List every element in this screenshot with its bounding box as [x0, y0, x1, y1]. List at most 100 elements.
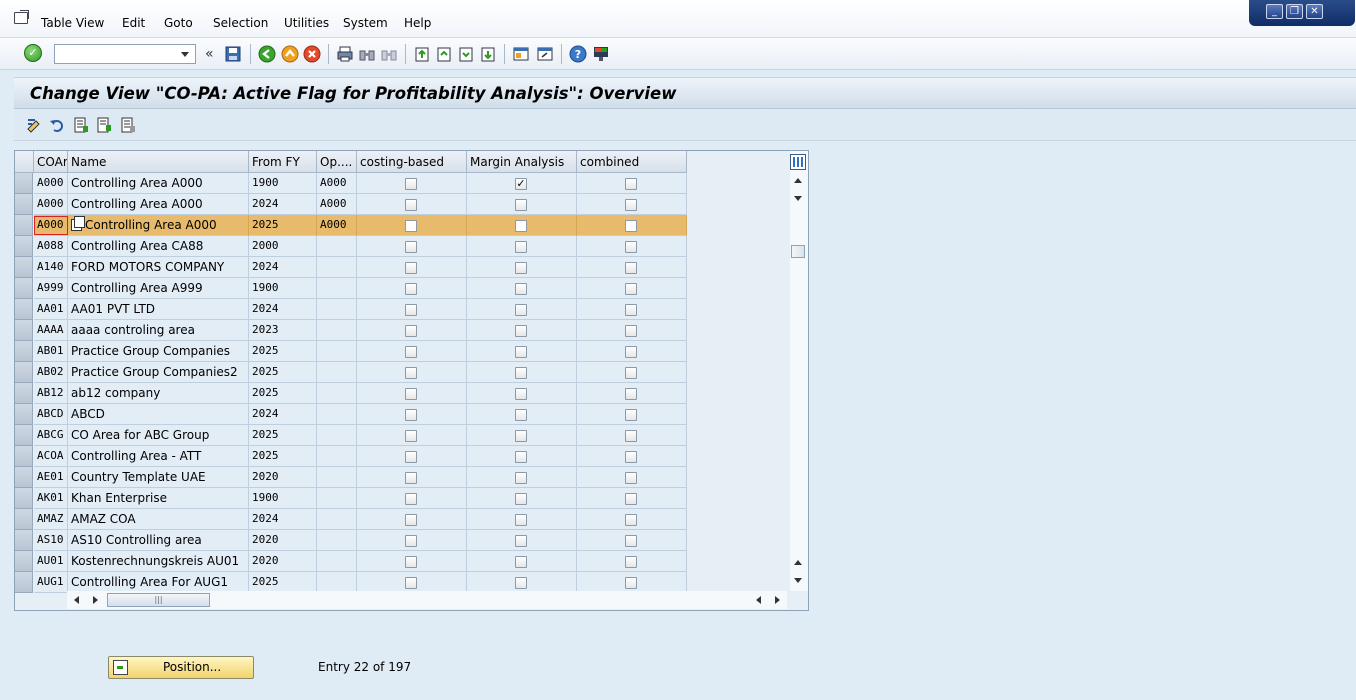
- checkbox-margin-analysis[interactable]: [515, 514, 527, 526]
- checkbox-costing-based[interactable]: [405, 472, 417, 484]
- checkbox-margin-analysis[interactable]: [515, 388, 527, 400]
- checkbox-combined[interactable]: [625, 325, 637, 337]
- table-row[interactable]: A088 Controlling Area CA88 2000: [15, 236, 687, 257]
- restore-icon[interactable]: ❐: [1286, 4, 1303, 19]
- cell-coar[interactable]: AE01: [34, 467, 68, 488]
- checkbox-margin-analysis[interactable]: ✓: [515, 178, 527, 190]
- cell-name[interactable]: Controlling Area A000: [68, 194, 249, 215]
- print-icon[interactable]: [336, 45, 354, 63]
- create-session-icon[interactable]: [512, 45, 530, 63]
- cell-coar[interactable]: A000: [34, 173, 68, 194]
- cell-op[interactable]: [317, 341, 357, 362]
- cell-coar[interactable]: A999: [34, 278, 68, 299]
- row-selector[interactable]: [15, 509, 33, 530]
- row-selector[interactable]: [15, 257, 33, 278]
- cell-coar[interactable]: ABCD: [34, 404, 68, 425]
- command-field[interactable]: [54, 44, 196, 64]
- cell-coar[interactable]: AK01: [34, 488, 68, 509]
- checkbox-margin-analysis[interactable]: [515, 346, 527, 358]
- menu-selection[interactable]: Selection: [213, 16, 268, 30]
- checkbox-combined[interactable]: [625, 199, 637, 211]
- enter-icon[interactable]: ✓: [24, 44, 42, 62]
- cell-from-fy[interactable]: 2025: [249, 383, 317, 404]
- horizontal-scroll-thumb[interactable]: |||: [107, 593, 210, 607]
- cell-coar[interactable]: ACOA: [34, 446, 68, 467]
- find-icon[interactable]: [358, 45, 376, 63]
- cell-from-fy[interactable]: 2025: [249, 425, 317, 446]
- column-header-from-fy[interactable]: From FY: [249, 151, 317, 173]
- table-row[interactable]: A999 Controlling Area A999 1900: [15, 278, 687, 299]
- cell-coar[interactable]: AB12: [34, 383, 68, 404]
- checkbox-margin-analysis[interactable]: [515, 409, 527, 421]
- table-row[interactable]: AU01 Kostenrechnungskreis AU01 2020: [15, 551, 687, 572]
- cell-op[interactable]: [317, 467, 357, 488]
- next-page-icon[interactable]: [457, 45, 475, 63]
- cell-from-fy[interactable]: 2023: [249, 320, 317, 341]
- cell-from-fy[interactable]: 2024: [249, 194, 317, 215]
- checkbox-combined[interactable]: [625, 556, 637, 568]
- checkbox-combined[interactable]: [625, 472, 637, 484]
- menu-goto[interactable]: Goto: [164, 16, 193, 30]
- cell-name[interactable]: ABCD: [68, 404, 249, 425]
- find-next-icon[interactable]: [380, 45, 398, 63]
- deselect-all-icon[interactable]: [120, 117, 136, 133]
- checkbox-margin-analysis[interactable]: [515, 325, 527, 337]
- row-selector[interactable]: [15, 215, 33, 236]
- cell-op[interactable]: [317, 488, 357, 509]
- cell-from-fy[interactable]: 2025: [249, 215, 317, 236]
- shortcut-icon[interactable]: [536, 45, 554, 63]
- cell-name[interactable]: Country Template UAE: [68, 467, 249, 488]
- checkbox-combined[interactable]: [625, 430, 637, 442]
- checkbox-combined[interactable]: [625, 388, 637, 400]
- checkbox-costing-based[interactable]: [405, 304, 417, 316]
- cell-name[interactable]: Controlling Area - ATT: [68, 446, 249, 467]
- cell-from-fy[interactable]: 2025: [249, 362, 317, 383]
- row-selector[interactable]: [15, 425, 33, 446]
- cell-op[interactable]: [317, 320, 357, 341]
- cell-name[interactable]: Practice Group Companies2: [68, 362, 249, 383]
- cell-from-fy[interactable]: 2020: [249, 467, 317, 488]
- cell-from-fy[interactable]: 2024: [249, 509, 317, 530]
- cell-name[interactable]: Controlling Area A999: [68, 278, 249, 299]
- table-row[interactable]: AE01 Country Template UAE 2020: [15, 467, 687, 488]
- cell-name[interactable]: Controlling Area For AUG1: [68, 572, 249, 593]
- checkbox-margin-analysis[interactable]: [515, 367, 527, 379]
- checkbox-margin-analysis[interactable]: [515, 535, 527, 547]
- cell-coar[interactable]: AA01: [34, 299, 68, 320]
- table-row[interactable]: AAAA aaaa controling area 2023: [15, 320, 687, 341]
- table-row[interactable]: AB02 Practice Group Companies2 2025: [15, 362, 687, 383]
- vertical-scroll-thumb[interactable]: [791, 245, 805, 258]
- cell-name[interactable]: Controlling Area A000: [68, 173, 249, 194]
- row-selector[interactable]: [15, 404, 33, 425]
- position-button[interactable]: Position...: [108, 656, 254, 679]
- checkbox-margin-analysis[interactable]: [515, 220, 527, 232]
- close-icon[interactable]: ✕: [1306, 4, 1323, 19]
- column-header-margin-analysis[interactable]: Margin Analysis: [467, 151, 577, 173]
- checkbox-costing-based[interactable]: [405, 514, 417, 526]
- row-selector[interactable]: [15, 383, 33, 404]
- checkbox-margin-analysis[interactable]: [515, 430, 527, 442]
- cell-coar[interactable]: A000: [34, 194, 68, 215]
- menu-edit[interactable]: Edit: [122, 16, 145, 30]
- checkbox-costing-based[interactable]: [405, 493, 417, 505]
- cell-name[interactable]: aaaa controling area: [68, 320, 249, 341]
- checkbox-combined[interactable]: [625, 577, 637, 589]
- cell-from-fy[interactable]: 1900: [249, 173, 317, 194]
- cell-from-fy[interactable]: 2020: [249, 551, 317, 572]
- menu-help[interactable]: Help: [404, 16, 431, 30]
- column-header-costing-based[interactable]: costing-based: [357, 151, 467, 173]
- checkbox-combined[interactable]: [625, 514, 637, 526]
- row-selector[interactable]: [15, 173, 33, 194]
- cell-op[interactable]: [317, 383, 357, 404]
- scroll-far-left-icon[interactable]: [756, 596, 761, 604]
- checkbox-combined[interactable]: [625, 220, 637, 232]
- copy-icon[interactable]: [71, 216, 85, 231]
- checkbox-costing-based[interactable]: [405, 283, 417, 295]
- table-row[interactable]: ABCD ABCD 2024: [15, 404, 687, 425]
- checkbox-costing-based[interactable]: [405, 199, 417, 211]
- exit-icon[interactable]: [281, 45, 299, 63]
- menu-system[interactable]: System: [343, 16, 388, 30]
- table-row[interactable]: A000 Controlling Area A000 1900 A000 ✓: [15, 173, 687, 194]
- previous-page-icon[interactable]: [435, 45, 453, 63]
- checkbox-combined[interactable]: [625, 451, 637, 463]
